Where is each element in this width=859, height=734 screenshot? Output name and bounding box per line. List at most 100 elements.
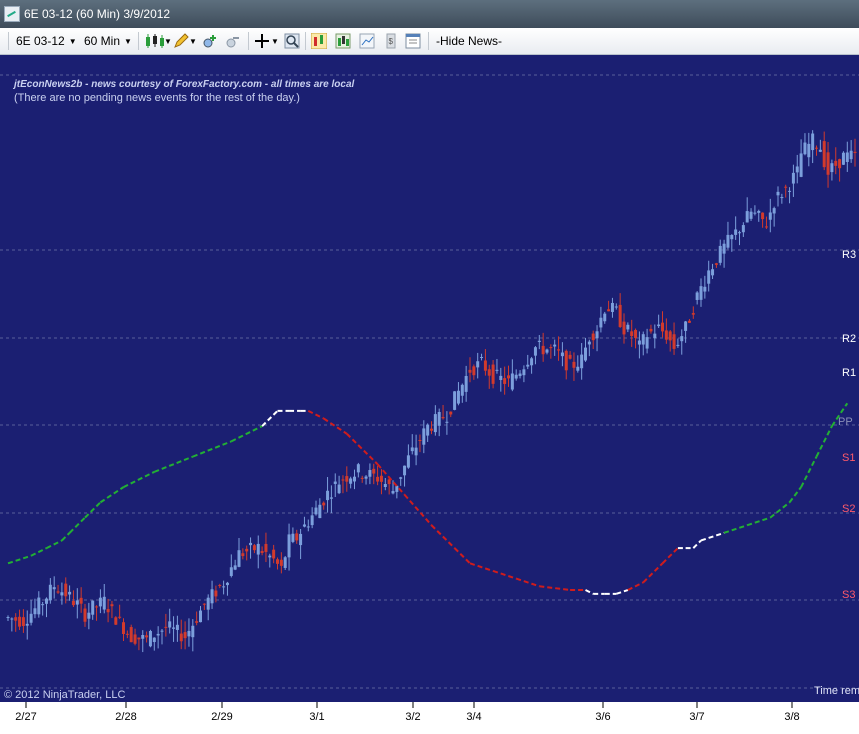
candle-body — [376, 476, 380, 482]
candle-body — [10, 618, 14, 620]
candle-body — [141, 635, 145, 639]
candle-body — [437, 412, 441, 426]
x-tick-label: 3/8 — [784, 711, 799, 723]
price-chart[interactable]: R3 R2 R1 PP S1 S2 S3 jtEconNews2b - news court… — [0, 55, 859, 734]
candle-body — [734, 229, 738, 235]
candle-body — [499, 375, 503, 380]
candle-body — [449, 411, 453, 415]
candle-body — [14, 617, 18, 621]
candle-body — [395, 485, 399, 492]
toolbar-separator — [248, 32, 249, 50]
candle-body — [341, 479, 345, 481]
pivot-label-r1: R1 — [842, 367, 856, 379]
candle-body — [564, 350, 568, 371]
candle-body — [45, 598, 48, 604]
data-series-icon[interactable]: $ — [383, 33, 399, 49]
candle-body — [476, 361, 480, 368]
candle-body — [114, 617, 118, 625]
pivot-label-s2: S2 — [842, 503, 855, 515]
candle-body — [233, 565, 237, 570]
chevron-down-icon[interactable]: ▼ — [271, 33, 279, 51]
candle-body — [599, 317, 603, 328]
candle-body — [333, 481, 337, 484]
strategies-icon[interactable] — [335, 33, 351, 49]
candle-body — [822, 141, 826, 168]
candle-body — [441, 417, 445, 419]
candle-body — [630, 331, 634, 337]
interval-label: 60 Min — [84, 34, 121, 48]
chart-style-icon[interactable] — [359, 33, 375, 49]
candle-body — [791, 172, 795, 184]
candle-body — [768, 212, 772, 220]
x-tick-label: 3/7 — [689, 711, 704, 723]
window-title: 6E 03-12 (60 Min) 3/9/2012 — [24, 7, 171, 21]
hide-news-button[interactable]: -Hide News- — [436, 32, 502, 50]
candle-body — [653, 333, 657, 339]
indicators-icon[interactable] — [311, 33, 327, 49]
chevron-down-icon[interactable]: ▼ — [164, 33, 172, 51]
candle-body — [795, 166, 799, 173]
candle-body — [168, 621, 172, 628]
candle-body — [125, 633, 129, 635]
candle-body — [545, 349, 549, 353]
zoom-out-icon[interactable] — [225, 33, 241, 49]
candle-body — [576, 366, 580, 371]
chart-window-icon — [4, 6, 20, 22]
candle-body — [699, 286, 703, 300]
zoom-in-icon[interactable] — [202, 33, 218, 49]
candle-body — [199, 610, 202, 623]
pivot-label-s1: S1 — [842, 452, 855, 464]
candle-body — [302, 524, 306, 527]
candle-body — [549, 347, 553, 349]
candle-body — [730, 235, 734, 240]
candle-body — [607, 309, 611, 312]
x-tick-label: 3/6 — [595, 711, 610, 723]
candle-body — [803, 142, 807, 155]
copyright-text: © 2012 NinjaTrader, LLC — [4, 689, 125, 701]
candle-body — [260, 551, 264, 553]
x-tick-label: 2/29 — [211, 711, 232, 723]
candle-body — [726, 234, 730, 248]
crosshair-icon[interactable] — [254, 33, 270, 49]
candle-body — [480, 356, 484, 358]
candle-body — [391, 491, 395, 494]
candle-body — [641, 334, 645, 345]
candle-body — [614, 306, 618, 308]
candle-body — [87, 612, 91, 619]
candle-body — [191, 625, 195, 638]
candle-body — [268, 555, 272, 558]
bar-type-icon[interactable] — [144, 33, 166, 49]
candle-body — [718, 245, 722, 263]
candle-body — [537, 340, 541, 342]
price-chart-panel[interactable]: R3 R2 R1 PP S1 S2 S3 jtEconNews2b - news court… — [0, 55, 859, 734]
candle-body — [568, 354, 572, 359]
properties-icon[interactable] — [405, 33, 421, 49]
x-tick-label: 3/2 — [405, 711, 420, 723]
candle-body — [37, 597, 41, 615]
candle-body — [406, 455, 410, 468]
pivot-label-r3: R3 — [842, 249, 856, 261]
chevron-down-icon[interactable]: ▼ — [189, 33, 197, 51]
candle-body — [256, 543, 260, 555]
toolbar-separator — [305, 32, 306, 50]
candle-body — [433, 414, 437, 433]
interval-selector[interactable]: 60 Min ▼ — [84, 32, 132, 50]
candle-body — [695, 292, 699, 300]
candle-body — [745, 211, 749, 223]
pencil-icon[interactable] — [173, 33, 189, 49]
candle-body — [79, 597, 83, 604]
candle-body — [360, 477, 364, 479]
candle-body — [356, 464, 360, 473]
candle-body — [584, 347, 587, 361]
candle-body — [714, 263, 718, 265]
candle-body — [610, 302, 614, 312]
candle-body — [530, 358, 534, 366]
instrument-selector[interactable]: 6E 03-12 ▼ — [16, 32, 77, 50]
candle-body — [118, 616, 122, 618]
candle-body — [445, 421, 449, 423]
instrument-label: 6E 03-12 — [16, 34, 65, 48]
magnifier-icon[interactable] — [284, 33, 300, 49]
candle-body — [518, 373, 522, 377]
candle-body — [414, 447, 418, 456]
candle-body — [279, 559, 283, 566]
